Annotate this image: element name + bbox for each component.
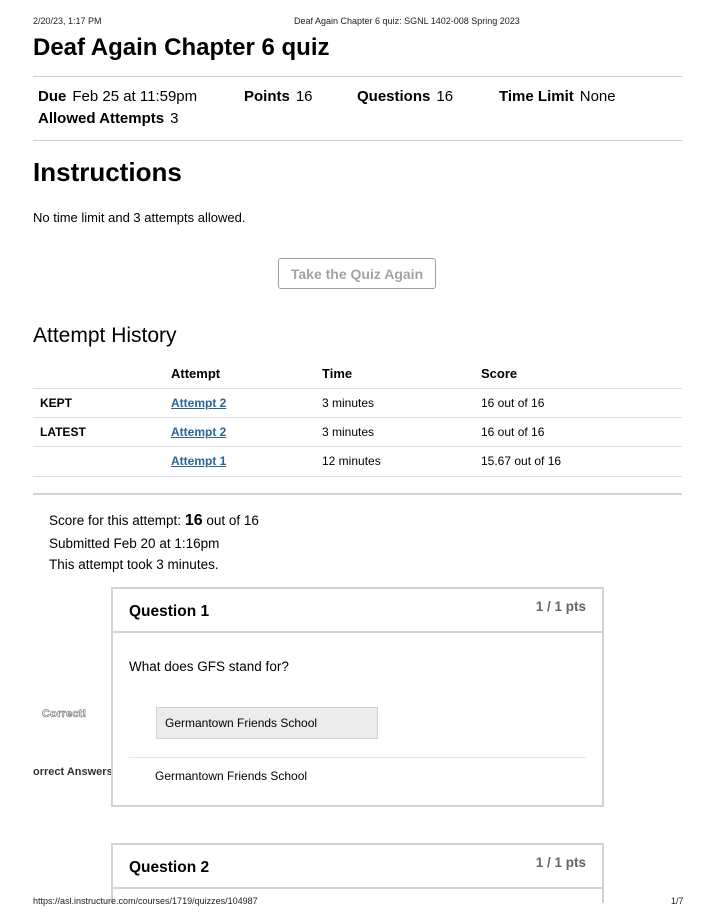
questions-value: 16 [436, 88, 454, 105]
print-document-title: Deaf Again Chapter 6 quiz: SGNL 1402-008… [294, 16, 520, 26]
row-label: LATEST [40, 425, 86, 439]
points-info: Points 16 [244, 88, 313, 105]
table-divider [33, 417, 682, 418]
attempt-time: 3 minutes [322, 396, 375, 410]
attempt-time: 12 minutes [322, 454, 381, 468]
instructions-heading: Instructions [33, 157, 182, 187]
print-datetime: 2/20/23, 1:17 PM [33, 16, 102, 26]
divider [129, 757, 586, 758]
attempt-score: 16 out of 16 [481, 396, 545, 410]
question-points: 1 / 1 pts [535, 855, 586, 870]
attempt-link[interactable]: Attempt 2 [171, 396, 226, 410]
due-value: Feb 25 at 11:59pm [72, 88, 198, 105]
attempt-score: 15.67 out of 16 [481, 454, 562, 468]
column-header-score: Score [481, 366, 518, 381]
table-divider [33, 388, 682, 389]
allowed-attempts-label: Allowed Attempts [38, 110, 165, 127]
selected-answer: Germantown Friends School [156, 707, 378, 739]
correct-answer: Germantown Friends School [155, 769, 308, 783]
question-title: Question 1 [129, 603, 210, 620]
instructions-text: No time limit and 3 attempts allowed. [33, 210, 246, 225]
attempt-time: 3 minutes [322, 425, 375, 439]
points-label: Points [244, 88, 290, 105]
questions-label: Questions [357, 88, 431, 105]
table-divider [33, 476, 682, 477]
row-label: KEPT [40, 396, 73, 410]
attempt-link[interactable]: Attempt 2 [171, 425, 226, 439]
points-value: 16 [295, 88, 313, 105]
correct-marker: Correct! [42, 708, 87, 721]
question-card: Question 1 1 / 1 pts What does GFS stand… [111, 587, 604, 807]
column-header-attempt: Attempt [171, 366, 221, 381]
questions-info: Questions 16 [357, 88, 453, 105]
correct-answers-marker: orrect Answers [33, 766, 113, 778]
time-limit-label: Time Limit [499, 88, 574, 105]
due-label: Due [38, 88, 67, 105]
question-card: Question 2 1 / 1 pts [111, 843, 604, 903]
score-value: 16 [184, 512, 203, 529]
question-text: What does GFS stand for? [129, 659, 289, 674]
take-quiz-again-button[interactable]: Take the Quiz Again [278, 258, 436, 289]
divider [33, 140, 682, 141]
time-limit-info: Time Limit None [499, 88, 616, 105]
score-prefix: Score for this attempt: [49, 513, 182, 528]
column-header-time: Time [322, 366, 353, 381]
allowed-attempts-info: Allowed Attempts 3 [38, 110, 178, 127]
attempt-history-heading: Attempt History [33, 324, 177, 347]
print-url: https://asl.instructure.com/courses/1719… [33, 896, 258, 906]
time-limit-value: None [579, 88, 616, 105]
attempt-duration: This attempt took 3 minutes. [49, 557, 219, 572]
due-info: Due Feb 25 at 11:59pm [38, 88, 197, 105]
question-header: Question 1 1 / 1 pts [113, 589, 602, 633]
divider [33, 76, 682, 77]
attempt-score-line: Score for this attempt: 16 out of 16 [49, 512, 259, 530]
print-page-number: 1/7 [671, 896, 684, 906]
question-points: 1 / 1 pts [535, 599, 586, 614]
table-divider [33, 446, 682, 447]
attempt-score: 16 out of 16 [481, 425, 545, 439]
allowed-attempts-value: 3 [170, 110, 179, 127]
page-title: Deaf Again Chapter 6 quiz [33, 34, 330, 61]
attempt-link[interactable]: Attempt 1 [171, 454, 226, 468]
question-title: Question 2 [129, 859, 210, 876]
section-divider [33, 493, 682, 495]
question-header: Question 2 1 / 1 pts [113, 845, 602, 889]
score-suffix: out of 16 [206, 513, 259, 528]
submitted-time: Submitted Feb 20 at 1:16pm [49, 536, 220, 551]
